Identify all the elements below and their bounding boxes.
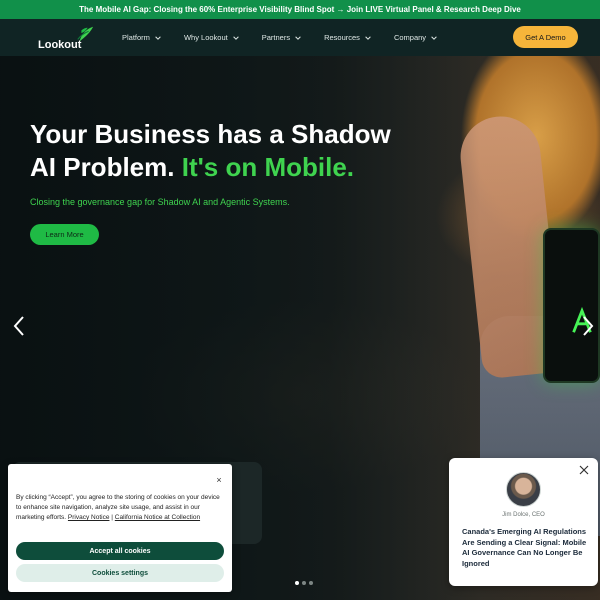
main-navigation: Lookout Platform Why Lookout Partners Re… [0,19,600,56]
hero-subheading: Closing the governance gap for Shadow AI… [30,197,290,207]
chevron-down-icon [295,35,301,40]
get-a-demo-button[interactable]: Get A Demo [513,26,578,48]
link-separator: | [111,514,113,521]
accept-all-cookies-button[interactable]: Accept all cookies [16,542,224,560]
menu-item-label: Platform [122,33,150,42]
chevron-down-icon [431,35,437,40]
promo-author: Jim Dolce, CEO [502,512,545,518]
carousel-dot[interactable] [302,581,306,585]
chevron-down-icon [232,35,239,40]
announcement-text[interactable]: The Mobile AI Gap: Closing the 60% Enter… [79,5,521,14]
promo-article-title[interactable]: Canada's Emerging AI Regulations Are Sen… [462,527,590,569]
cookie-consent-text: By clicking “Accept”, you agree to the s… [16,493,221,523]
chevron-down-icon [155,35,161,40]
lookout-logo[interactable]: Lookout [36,25,96,53]
menu-item-why-lookout[interactable]: Why Lookout [184,33,240,42]
primary-menu: Platform Why Lookout Partners Resources … [122,19,460,56]
carousel-dot[interactable] [309,581,313,585]
menu-item-label: Resources [324,33,360,42]
announcement-bar[interactable]: The Mobile AI Gap: Closing the 60% Enter… [0,0,600,19]
hero-headline: Your Business has a Shadow AI Problem. I… [30,118,410,184]
cookies-settings-button[interactable]: Cookies settings [16,564,224,582]
menu-item-resources[interactable]: Resources [324,33,372,42]
logo-wordmark: Lookout [38,39,82,51]
menu-item-label: Company [393,33,427,42]
carousel-pagination [295,581,316,585]
menu-item-company[interactable]: Company [394,33,438,42]
menu-item-label: Why Lookout [183,33,228,42]
carousel-dot[interactable] [295,581,299,585]
menu-item-partners[interactable]: Partners [262,33,302,42]
author-avatar [506,472,541,507]
hero-headline-accent: It's on Mobile. [181,152,355,182]
promo-popup[interactable]: Jim Dolce, CEO Canada's Emerging AI Regu… [449,458,598,586]
carousel-next-arrow-icon[interactable] [580,314,596,338]
cookie-close-icon[interactable]: × [214,475,224,485]
privacy-notice-link[interactable]: Privacy Notice [68,514,110,521]
close-icon[interactable] [578,464,590,476]
learn-more-button[interactable]: Learn More [30,224,99,245]
chevron-down-icon [365,35,371,40]
california-notice-link[interactable]: California Notice at Collection [115,514,200,521]
carousel-prev-arrow-icon[interactable] [11,314,27,338]
menu-item-label: Partners [261,33,291,42]
menu-item-platform[interactable]: Platform [122,33,162,42]
cookie-consent-banner: × By clicking “Accept”, you agree to the… [8,464,232,592]
